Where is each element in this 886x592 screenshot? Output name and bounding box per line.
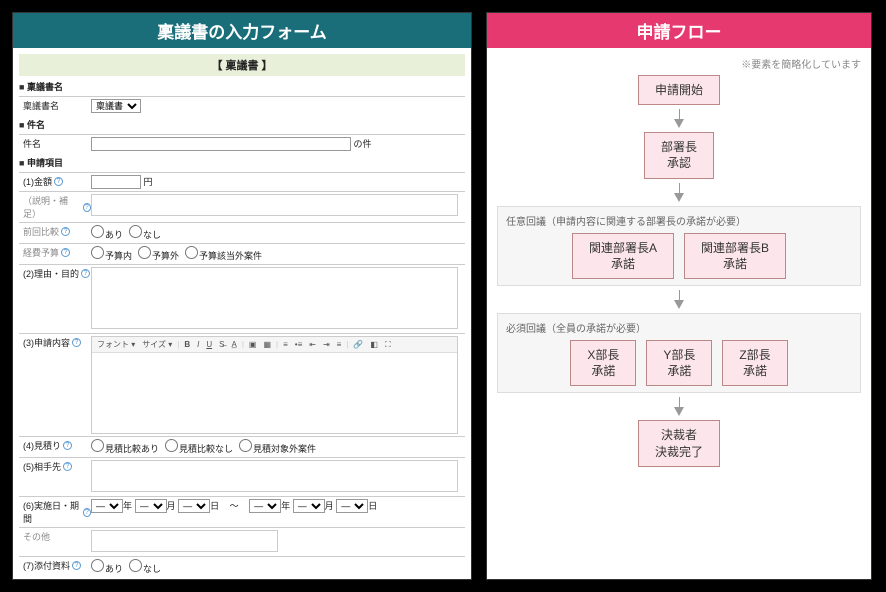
label-budget: 経費予算? [19, 246, 91, 259]
arrow-down-icon [674, 300, 684, 309]
radio-budget-3[interactable]: 予算該当外案件 [185, 246, 262, 262]
form-header: 稟議書の入力フォーム [13, 13, 471, 48]
help-icon[interactable]: ? [72, 561, 81, 570]
tilde: ～ [230, 501, 239, 511]
arrow-down-icon [674, 119, 684, 128]
label-docname: 稟議書名 [19, 99, 91, 112]
label-date: (6)実施日・期間? [19, 499, 91, 525]
help-icon[interactable]: ? [61, 227, 70, 236]
sel-m1[interactable]: ― [135, 499, 167, 513]
align-icon[interactable]: ≡ [335, 340, 344, 349]
flow-panel: 申請フロー ※要素を簡略化しています 申請開始 部署長承認 任意回議（申請内容に… [486, 12, 872, 580]
flow-req-y: Y部長承諾 [646, 340, 712, 386]
flow-req-x: X部長承諾 [570, 340, 636, 386]
textarea-other[interactable] [91, 530, 278, 552]
strike-icon[interactable]: S̶ [217, 340, 226, 349]
font-dropdown[interactable]: フォント ▾ [95, 339, 137, 350]
textarea-desc[interactable] [91, 194, 458, 216]
doc-title: 【 稟議書 】 [19, 54, 465, 76]
flow-final: 決裁者決裁完了 [638, 420, 720, 466]
flow-note: ※要素を簡略化しています [497, 56, 861, 71]
label-amount: (1)金額? [19, 175, 91, 188]
label-other: その他 [19, 530, 91, 543]
label-quote: (4)見積り? [19, 439, 91, 452]
outdent-icon[interactable]: ⇤ [307, 340, 318, 349]
required-group: 必須回議（全員の承諾が必要） X部長承諾 Y部長承諾 Z部長承諾 [497, 313, 861, 393]
label-desc: （説明・補足）? [19, 194, 91, 220]
list-ol-icon[interactable]: ≡ [281, 340, 290, 349]
image-icon[interactable]: ▣ [247, 340, 259, 349]
flow-header: 申請フロー [487, 13, 871, 48]
editor-area[interactable] [92, 353, 457, 433]
expand-icon[interactable]: ⛶ [383, 340, 393, 350]
radio-quote-1[interactable]: 見積比較あり [91, 439, 159, 455]
radio-compare-no[interactable]: なし [129, 225, 161, 241]
help-icon[interactable]: ? [63, 462, 72, 471]
radio-quote-2[interactable]: 見積比較なし [165, 439, 233, 455]
help-icon[interactable]: ? [83, 203, 91, 212]
help-icon[interactable]: ? [81, 269, 90, 278]
rich-editor: フォント ▾ サイズ ▾ | B I U S̶ A̲ | ▣ ▦ | ≡ •≡ [91, 336, 458, 434]
code-icon[interactable]: ◧ [368, 340, 380, 349]
textarea-vendor[interactable] [91, 460, 458, 492]
sel-d2[interactable]: ― [336, 499, 368, 513]
select-docname[interactable]: 稟議書 [91, 99, 141, 113]
list-ul-icon[interactable]: •≡ [293, 340, 304, 349]
underline-icon[interactable]: U [204, 340, 214, 349]
label-compare: 前回比較? [19, 225, 91, 238]
help-icon[interactable]: ? [54, 177, 63, 186]
form-body: 【 稟議書 】 稟議書名 稟議書名 稟議書 件名 件名 の件 申請項目 (1)金… [13, 48, 471, 583]
form-panel: 稟議書の入力フォーム 【 稟議書 】 稟議書名 稟議書名 稟議書 件名 件名 の… [12, 12, 472, 580]
sel-y1[interactable]: ― [91, 499, 123, 513]
size-dropdown[interactable]: サイズ ▾ [140, 339, 174, 350]
radio-budget-1[interactable]: 予算内 [91, 246, 132, 262]
subject-suffix: の件 [354, 139, 372, 149]
arrow-down-icon [674, 193, 684, 202]
flow-opt-a: 関連部署長A承諾 [572, 233, 674, 279]
flow-body: ※要素を簡略化しています 申請開始 部署長承認 任意回議（申請内容に関連する部署… [487, 48, 871, 579]
link-icon[interactable]: 🔗 [351, 340, 365, 349]
radio-compare-yes[interactable]: あり [91, 225, 123, 241]
required-title: 必須回議（全員の承諾が必要） [506, 320, 852, 335]
textarea-reason[interactable] [91, 267, 458, 329]
flow-manager: 部署長承認 [644, 132, 714, 178]
flow-req-z: Z部長承諾 [722, 340, 787, 386]
help-icon[interactable]: ? [61, 248, 70, 257]
color-icon[interactable]: A̲ [229, 340, 238, 349]
sel-d1[interactable]: ― [178, 499, 210, 513]
section-subject: 件名 [19, 118, 465, 131]
bold-icon[interactable]: B [182, 340, 192, 349]
label-vendor: (5)相手先? [19, 460, 91, 473]
input-subject[interactable] [91, 137, 351, 151]
optional-group: 任意回議（申請内容に関連する部署長の承諾が必要） 関連部署長A承諾 関連部署長B… [497, 206, 861, 286]
arrow-down-icon [674, 407, 684, 416]
help-icon[interactable]: ? [83, 508, 91, 517]
italic-icon[interactable]: I [195, 340, 201, 349]
label-subject: 件名 [19, 137, 91, 150]
radio-budget-2[interactable]: 予算外 [138, 246, 179, 262]
optional-title: 任意回議（申請内容に関連する部署長の承諾が必要） [506, 213, 852, 228]
flow-opt-b: 関連部署長B承諾 [684, 233, 786, 279]
radio-quote-3[interactable]: 見積対象外案件 [239, 439, 316, 455]
sel-m2[interactable]: ― [293, 499, 325, 513]
label-content: (3)申請内容? [19, 336, 91, 349]
table-icon[interactable]: ▦ [261, 340, 273, 349]
radio-attach-yes[interactable]: あり [91, 559, 123, 575]
flow-start: 申請開始 [638, 75, 720, 105]
sel-y2[interactable]: ― [249, 499, 281, 513]
radio-attach-no[interactable]: なし [129, 559, 161, 575]
label-attach: (7)添付資料? [19, 559, 91, 572]
section-items: 申請項目 [19, 156, 465, 169]
label-reason: (2)理由・目的? [19, 267, 91, 280]
help-icon[interactable]: ? [72, 338, 81, 347]
input-amount[interactable] [91, 175, 141, 189]
indent-icon[interactable]: ⇥ [321, 340, 332, 349]
help-icon[interactable]: ? [63, 441, 72, 450]
section-docname: 稟議書名 [19, 80, 465, 93]
editor-toolbar: フォント ▾ サイズ ▾ | B I U S̶ A̲ | ▣ ▦ | ≡ •≡ [92, 337, 457, 353]
